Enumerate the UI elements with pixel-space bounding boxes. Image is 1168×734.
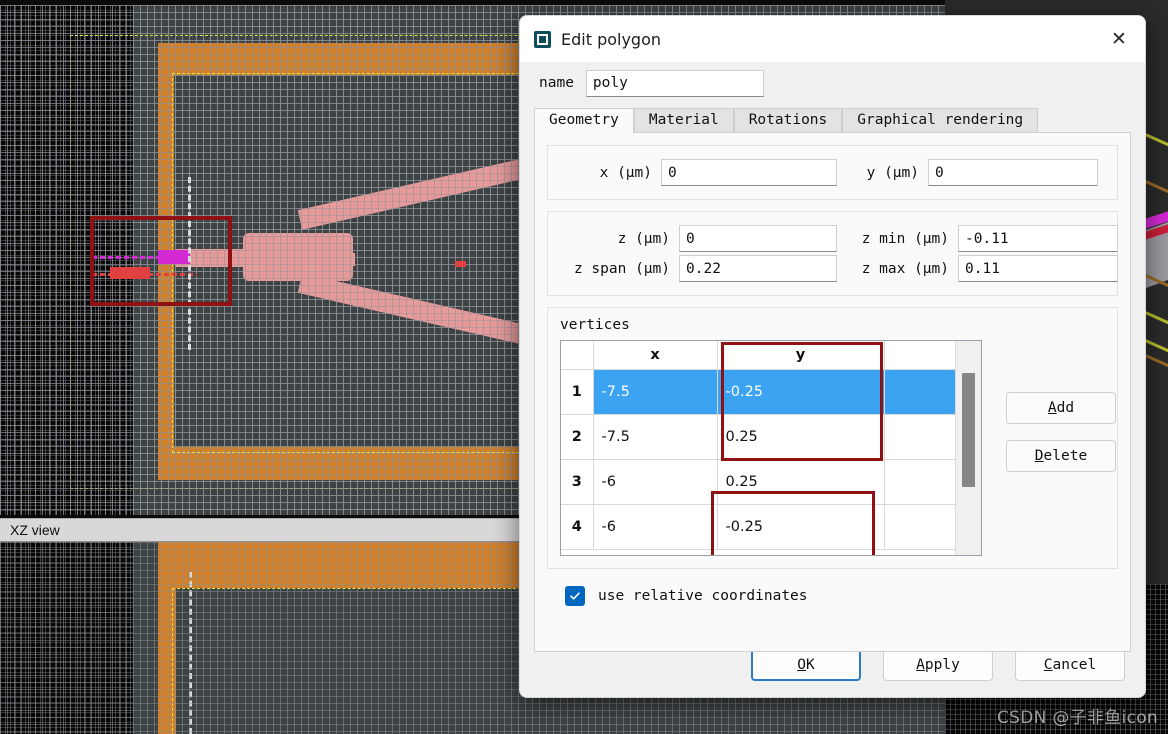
row-index: 3 bbox=[561, 459, 594, 505]
dialog-titlebar: Edit polygon ✕ bbox=[520, 16, 1145, 62]
delete-button[interactable]: Delete bbox=[1006, 440, 1116, 472]
cell-x[interactable]: -6 bbox=[593, 459, 718, 505]
xz-black-region-left bbox=[0, 542, 133, 734]
vertices-table-container[interactable]: x y 1 -7.5 -0.25 2 -7.5 0.25 3 -6 0.25 4… bbox=[560, 340, 982, 556]
z-label: z (μm) bbox=[617, 230, 670, 247]
z-input[interactable] bbox=[679, 225, 837, 252]
add-button-label: Add bbox=[1048, 400, 1074, 416]
apply-button[interactable]: Apply bbox=[883, 649, 993, 681]
tab-material[interactable]: Material bbox=[633, 108, 734, 133]
y-input[interactable] bbox=[928, 159, 1098, 186]
ok-label: OK bbox=[797, 657, 814, 673]
xy-row: x (μm) y (μm) bbox=[560, 159, 1105, 186]
application-window: XZ view CSDN @子非鱼icon Edit polygon ✕ nam… bbox=[0, 0, 1168, 734]
zmin-field-cell: z min (μm) bbox=[859, 225, 1118, 252]
name-input[interactable] bbox=[585, 69, 764, 97]
tab-graphical-rendering[interactable]: Graphical rendering bbox=[842, 108, 1039, 133]
cancel-button[interactable]: Cancel bbox=[1015, 649, 1125, 681]
edit-polygon-dialog: Edit polygon ✕ name Geometry Material Ro… bbox=[519, 15, 1146, 698]
xz-mesh-grid-fine bbox=[0, 542, 133, 734]
check-icon bbox=[570, 592, 580, 600]
col-header-x: x bbox=[593, 341, 718, 370]
z-row: z (μm) z min (μm) bbox=[560, 225, 1118, 252]
annotation-rect-y-rows-3-4 bbox=[711, 491, 875, 555]
dialog-title: Edit polygon bbox=[561, 29, 662, 49]
z-field-cell: z (μm) bbox=[560, 225, 837, 252]
cancel-mnemonic: C bbox=[1043, 657, 1053, 673]
zspan-input[interactable] bbox=[679, 255, 837, 282]
cell-x[interactable]: -7.5 bbox=[593, 414, 718, 460]
cell-x[interactable]: -7.5 bbox=[593, 369, 718, 415]
zspan-field-cell: z span (μm) bbox=[560, 255, 837, 282]
cell-blank bbox=[884, 459, 967, 505]
apply-mnemonic: A bbox=[916, 657, 925, 673]
xz-monitor-line bbox=[189, 572, 192, 734]
row-index: 2 bbox=[561, 414, 594, 460]
tab-geometry[interactable]: Geometry bbox=[534, 108, 634, 133]
annotation-rect-source-region bbox=[90, 216, 232, 306]
xz-view-label: XZ view bbox=[10, 522, 60, 538]
relative-coordinates-row[interactable]: use relative coordinates bbox=[565, 586, 1118, 606]
add-mnemonic: A bbox=[1047, 400, 1057, 416]
vertices-scrollbar[interactable] bbox=[955, 341, 981, 555]
apply-rest: pply bbox=[924, 657, 960, 673]
relative-coordinates-checkbox[interactable] bbox=[565, 586, 585, 606]
zmin-label: z min (μm) bbox=[861, 230, 949, 247]
zmax-field-cell: z max (μm) bbox=[859, 255, 1118, 282]
zmin-input[interactable] bbox=[958, 225, 1118, 252]
vertices-group: vertices x y 1 -7.5 -0.25 2 -7.5 0.25 3 … bbox=[547, 307, 1118, 569]
close-icon[interactable]: ✕ bbox=[1097, 17, 1141, 61]
xy-position-group: x (μm) y (μm) bbox=[547, 145, 1118, 200]
add-button[interactable]: Add bbox=[1006, 392, 1116, 424]
delete-mnemonic: D bbox=[1034, 448, 1044, 464]
monitor-marker-small bbox=[455, 261, 466, 267]
cell-x[interactable]: -6 bbox=[593, 504, 718, 550]
zspan-label: z span (μm) bbox=[573, 260, 670, 277]
vertices-scrollbar-thumb[interactable] bbox=[962, 373, 975, 487]
vertices-title: vertices bbox=[560, 317, 630, 333]
z-extent-group: z (μm) z min (μm) z span (μm) bbox=[547, 211, 1118, 296]
delete-rest: elete bbox=[1043, 448, 1088, 464]
relative-coordinates-label: use relative coordinates bbox=[598, 588, 808, 604]
zmax-label: z max (μm) bbox=[861, 260, 949, 277]
waveguide-stub bbox=[285, 253, 355, 266]
vertices-body: x y 1 -7.5 -0.25 2 -7.5 0.25 3 -6 0.25 4… bbox=[560, 340, 1116, 556]
ok-rest: K bbox=[806, 657, 815, 673]
cell-blank bbox=[884, 504, 967, 550]
col-header-blank bbox=[884, 341, 967, 370]
row-index: 4 bbox=[561, 504, 594, 550]
vertices-side-buttons: Add Delete bbox=[1006, 340, 1116, 472]
cell-blank bbox=[884, 369, 967, 415]
tab-bar: Geometry Material Rotations Graphical re… bbox=[534, 108, 1131, 133]
cell-blank bbox=[884, 414, 967, 460]
x-label: x (μm) bbox=[599, 164, 652, 181]
name-label: name bbox=[539, 75, 574, 91]
col-header-index bbox=[561, 341, 594, 370]
outline-line-yellow-3 bbox=[1142, 338, 1168, 406]
y-label: y (μm) bbox=[866, 164, 919, 181]
x-field-cell: x (μm) bbox=[560, 159, 837, 186]
cancel-rest: ancel bbox=[1052, 657, 1097, 673]
y-field-cell: y (μm) bbox=[859, 159, 1098, 186]
dialog-body: name Geometry Material Rotations Graphic… bbox=[520, 62, 1145, 652]
zmax-input[interactable] bbox=[958, 255, 1118, 282]
geometry-tab-panel: x (μm) y (μm) z (μm) bbox=[534, 132, 1131, 652]
tab-rotations[interactable]: Rotations bbox=[733, 108, 843, 133]
ok-button[interactable]: OK bbox=[751, 649, 861, 681]
name-row: name bbox=[534, 62, 1131, 104]
polygon-window-icon bbox=[534, 30, 551, 48]
annotation-rect-y-rows-1-2 bbox=[721, 342, 883, 461]
ok-mnemonic: O bbox=[797, 657, 806, 673]
row-index: 1 bbox=[561, 369, 594, 415]
delete-button-label: Delete bbox=[1035, 448, 1087, 464]
x-input[interactable] bbox=[661, 159, 837, 186]
add-rest: dd bbox=[1056, 400, 1075, 416]
cancel-label: Cancel bbox=[1044, 657, 1096, 673]
apply-label: Apply bbox=[916, 657, 960, 673]
zspan-row: z span (μm) z max (μm) bbox=[560, 255, 1118, 282]
